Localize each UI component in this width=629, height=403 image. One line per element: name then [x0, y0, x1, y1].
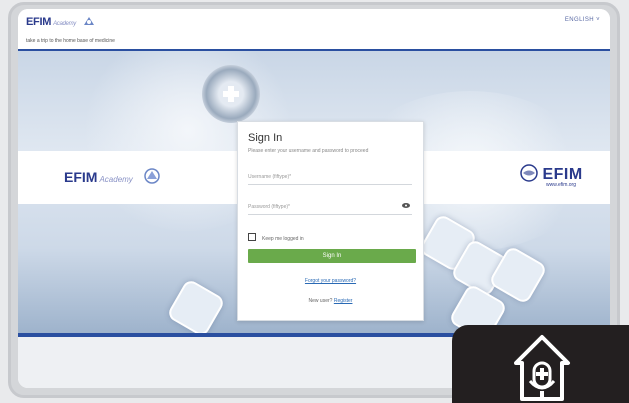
tagline-bar: take a trip to the home base of medicine [18, 35, 610, 51]
academy-logo-text: EFIM [64, 169, 98, 185]
sign-in-card: Sign In Please enter your username and p… [237, 121, 424, 321]
academy-emblem-icon [143, 168, 160, 184]
house-microphone-icon [514, 335, 570, 401]
podcast-badge [452, 325, 629, 403]
new-user-row: New user? Register [238, 298, 423, 304]
globe-icon [520, 164, 538, 182]
site-logo[interactable]: EFIM Academy [26, 16, 95, 28]
academy-logo-sub: Academy [99, 175, 133, 184]
username-field[interactable]: Username (fiftype)* [248, 170, 412, 185]
username-placeholder: Username (fiftype)* [248, 174, 292, 180]
tagline: take a trip to the home base of medicine [26, 38, 115, 44]
academy-logo: EFIM Academy [64, 167, 163, 185]
remember-checkbox[interactable] [248, 233, 256, 241]
sign-in-button[interactable]: Sign In [248, 249, 416, 263]
academy-emblem-icon [83, 17, 94, 25]
register-link[interactable]: Register [334, 298, 353, 304]
remember-label: Keep me logged in [262, 236, 304, 242]
logo-text: EFIM [26, 16, 52, 28]
hexagon-graphic [165, 277, 227, 333]
password-field[interactable]: Password (fiftype)* [248, 200, 412, 215]
efim-logo: EFIM www.efim.org [520, 164, 583, 188]
sign-in-title: Sign In [248, 132, 283, 144]
password-placeholder: Password (fiftype)* [248, 204, 290, 210]
top-bar: EFIM Academy ENGLISH ˅ [18, 9, 610, 35]
sign-in-subtitle: Please enter your username and password … [248, 148, 369, 154]
remember-me[interactable]: Keep me logged in [248, 233, 304, 242]
logo-subtitle: Academy [53, 21, 76, 27]
show-password-icon[interactable] [402, 203, 410, 208]
new-user-prompt: New user? [308, 298, 333, 304]
forgot-password-link[interactable]: Forgot your password? [238, 278, 423, 284]
language-selector[interactable]: ENGLISH ˅ [565, 17, 600, 23]
medical-cross-icon [223, 86, 239, 102]
efim-logo-text: EFIM [542, 166, 583, 183]
